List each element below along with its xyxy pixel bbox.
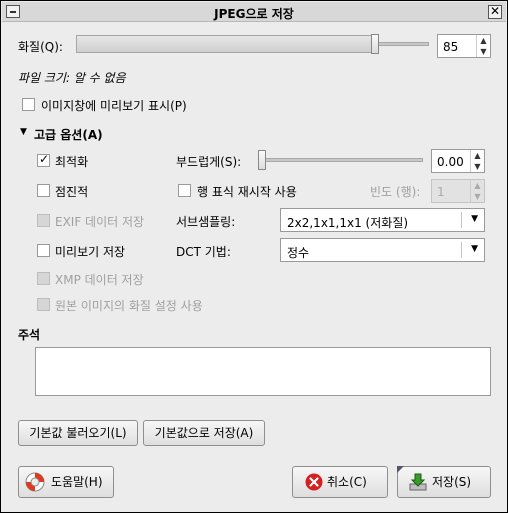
smoothing-spin-arrows[interactable]: ▲ ▼ [470, 150, 484, 172]
chevron-down-icon[interactable]: ▼ [471, 214, 478, 224]
smoothing-spinbox[interactable]: 0.00 ▲ ▼ [431, 149, 485, 173]
subsampling-combo[interactable]: 2x2,1x1,1x1 (저화질) ▼ [280, 208, 485, 232]
smoothing-label: 부드럽게(S): [176, 155, 242, 169]
preview-in-window-checkbox[interactable] [22, 98, 35, 111]
restart-markers-label[interactable]: 행 표식 재시작 사용 [197, 183, 297, 200]
progressive-checkbox[interactable] [37, 184, 50, 197]
window-title: JPEG으로 저장 [214, 7, 294, 21]
dct-combo[interactable]: 정수 ▼ [280, 238, 485, 262]
frequency-label: 빈도 (행): [370, 185, 421, 199]
triangle-down-icon[interactable]: ▼ [20, 127, 27, 137]
comment-textarea[interactable] [35, 347, 491, 396]
quality-spinbox[interactable]: 85 ▲ ▼ [437, 34, 491, 58]
restart-markers-checkbox[interactable] [178, 184, 191, 197]
optimize-label[interactable]: 최적화 [55, 153, 88, 170]
quality-value[interactable]: 85 [443, 40, 458, 54]
title-bar: JPEG으로 저장 ✕ [2, 2, 506, 22]
xmp-label: XMP 데이터 저장 [55, 273, 144, 287]
comment-label: 주석 [18, 328, 41, 342]
dct-value[interactable]: 정수 [287, 244, 309, 261]
save-button-label: 저장(S) [432, 475, 472, 489]
original-quality-checkbox[interactable] [37, 298, 50, 311]
smoothing-value[interactable]: 0.00 [437, 155, 464, 169]
chevron-down-icon[interactable]: ▼ [471, 244, 478, 254]
lifebuoy-icon [25, 472, 45, 492]
progressive-label[interactable]: 점진적 [55, 183, 88, 200]
checkmark-icon: ✓ [39, 152, 50, 166]
help-button[interactable]: 도움말(H) [18, 466, 114, 498]
window-close-button[interactable]: ✕ [488, 5, 502, 19]
save-preview-checkbox[interactable] [37, 244, 50, 257]
save-button[interactable]: 저장(S) [397, 466, 491, 498]
quality-spin-arrows[interactable]: ▲ ▼ [476, 35, 490, 57]
preview-in-window-label[interactable]: 이미지창에 미리보기 표시(P) [41, 97, 187, 114]
cancel-button[interactable]: 취소(C) [292, 466, 388, 498]
original-quality-label: 원본 이미지의 화질 설정 사용 [55, 299, 203, 313]
file-size-label: 파일 크기: 알 수 없음 [18, 71, 126, 85]
quality-label: 화질(Q): [18, 40, 63, 54]
frequency-value[interactable]: 1 [437, 185, 445, 199]
exif-checkbox[interactable] [37, 214, 50, 227]
frequency-spin-arrows[interactable]: ▲ ▼ [470, 180, 484, 202]
subsampling-value[interactable]: 2x2,1x1,1x1 (저화질) [287, 214, 408, 231]
combo-separator [461, 212, 462, 228]
save-icon [409, 473, 427, 491]
frequency-spinbox[interactable]: 1 ▲ ▼ [431, 179, 485, 203]
smoothing-slider-track[interactable] [259, 158, 423, 162]
save-as-jpeg-dialog: JPEG으로 저장 ✕ 화질(Q): 85 ▲ ▼ 파일 크기: 알 수 없음 이… [0, 0, 508, 513]
help-button-label: 도움말(H) [51, 475, 103, 489]
dct-label: DCT 기법: [176, 245, 231, 259]
optimize-checkbox[interactable]: ✓ [37, 152, 50, 167]
smoothing-slider-handle[interactable] [258, 150, 266, 170]
xmp-checkbox[interactable] [37, 272, 50, 285]
cancel-button-label: 취소(C) [327, 475, 367, 489]
load-defaults-button[interactable]: 기본값 불러오기(L) [18, 420, 138, 446]
save-preview-label[interactable]: 미리보기 저장 [55, 243, 125, 260]
cancel-icon [305, 473, 323, 491]
exif-label: EXIF 데이터 저장 [55, 215, 145, 229]
default-button-corner-icon [397, 466, 404, 473]
subsampling-label: 서브샘플링: [176, 215, 236, 229]
quality-slider-fill[interactable] [76, 35, 373, 53]
combo-separator [461, 242, 462, 258]
advanced-options-expander[interactable]: 고급 옵션(A) [34, 126, 103, 143]
save-defaults-button[interactable]: 기본값으로 저장(A) [143, 420, 265, 446]
quality-slider-handle[interactable] [371, 34, 379, 54]
